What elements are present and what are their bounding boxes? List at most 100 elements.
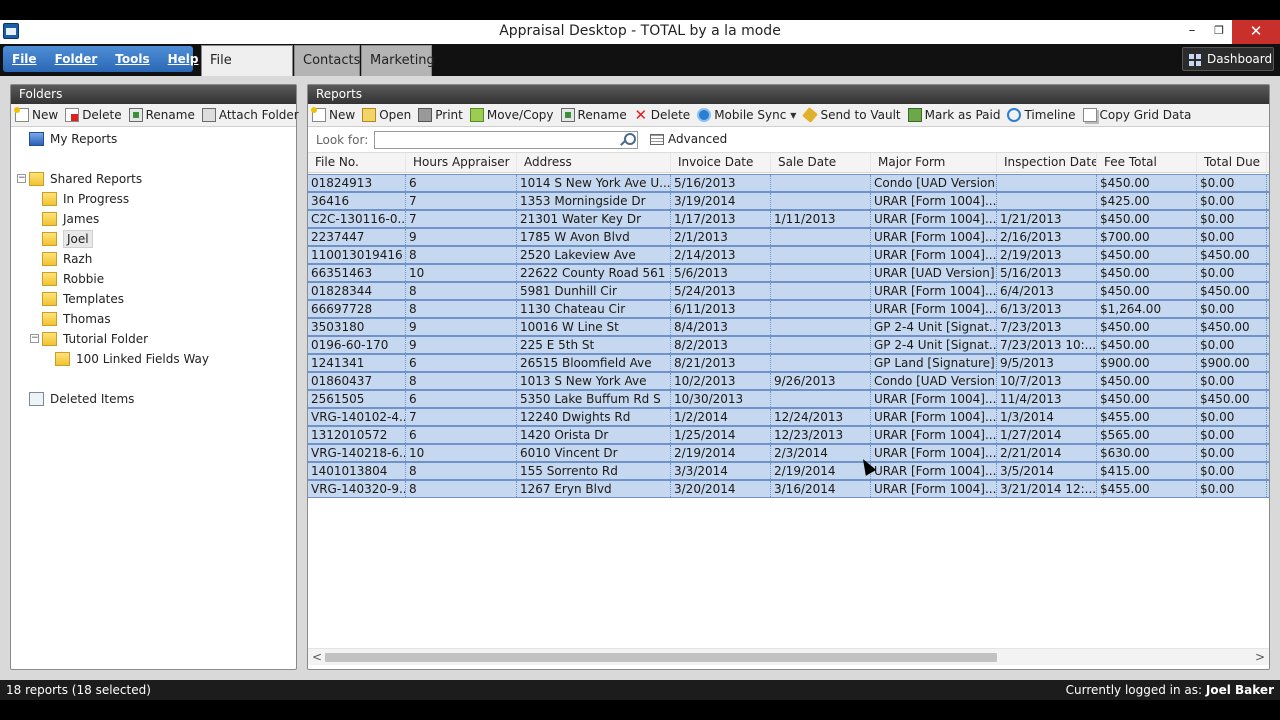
table-row[interactable]: VRG-140218-6... 10 6010 Vincent Dr 2/19/201… bbox=[308, 444, 1269, 462]
tree-node-tutorial-folder[interactable]: − Tutorial Folder bbox=[11, 329, 296, 349]
report-move-copy-button[interactable]: Move/Copy bbox=[469, 108, 554, 122]
tree-label: Deleted Items bbox=[50, 392, 135, 406]
table-row[interactable]: 2561505 6 5350 Lake Buffum Rd S 10/30/2013 U… bbox=[308, 390, 1269, 408]
table-cell: 8 bbox=[406, 283, 517, 299]
folder-icon bbox=[42, 252, 57, 266]
table-row[interactable]: 66697728 8 1130 Chateau Cir 6/11/2013 URAR [… bbox=[308, 300, 1269, 318]
table-cell: $0.00 bbox=[1197, 301, 1267, 317]
column-header[interactable]: Inspection Date bbox=[997, 153, 1097, 173]
close-button[interactable]: ✕ bbox=[1232, 20, 1280, 44]
menu-folder[interactable]: Folder bbox=[46, 52, 107, 66]
table-cell: 5/16/2013 bbox=[997, 265, 1097, 281]
tree-node-in-progress[interactable]: In Progress bbox=[11, 189, 296, 209]
mark-as-paid-button[interactable]: Mark as Paid bbox=[907, 108, 1000, 122]
table-row[interactable]: 36416 7 1353 Morningside Dr 3/19/2014 URAR [… bbox=[308, 192, 1269, 210]
table-cell bbox=[771, 265, 871, 281]
table-cell: C2C-130116-0... bbox=[308, 211, 406, 227]
column-header[interactable]: Sale Date bbox=[771, 153, 871, 173]
table-cell: $0.00 bbox=[1197, 409, 1267, 425]
table-cell: URAR [Form 1004]... bbox=[871, 229, 997, 245]
table-row[interactable]: 1312010572 6 1420 Orista Dr 1/25/2014 12/23/… bbox=[308, 426, 1269, 444]
delete-x-icon: ✕ bbox=[634, 106, 648, 124]
column-header[interactable]: Fee Total bbox=[1097, 153, 1197, 173]
table-cell: $0.00 bbox=[1197, 175, 1267, 191]
advanced-search-button[interactable]: Advanced bbox=[650, 132, 727, 146]
tab-marketing[interactable]: Marketing bbox=[361, 45, 435, 76]
scroll-right-icon[interactable]: > bbox=[1255, 649, 1265, 665]
folder-new-button[interactable]: New bbox=[14, 107, 58, 122]
tab-contacts[interactable]: Contacts bbox=[294, 45, 360, 76]
tree-node-joel[interactable]: Joel bbox=[11, 229, 296, 249]
reports-toolbar: New Open Print Move/Copy Rename ✕ Delete … bbox=[308, 104, 1269, 127]
table-cell: 8/21/2013 bbox=[671, 355, 771, 371]
table-row[interactable]: VRG-140320-9... 8 1267 Eryn Blvd 3/20/2014 3… bbox=[308, 480, 1269, 498]
menu-bar: File Folder Tools Help File Manager Cont… bbox=[0, 44, 1280, 97]
table-cell: $0.00 bbox=[1197, 481, 1267, 497]
search-input[interactable] bbox=[374, 131, 638, 149]
table-row[interactable]: 1241341 6 26515 Bloomfield Ave 8/21/2013 GP … bbox=[308, 354, 1269, 372]
chevron-down-icon[interactable]: ▼ bbox=[790, 111, 796, 120]
menu-tools[interactable]: Tools bbox=[106, 52, 158, 66]
copy-grid-data-button[interactable]: Copy Grid Data bbox=[1082, 108, 1191, 122]
tree-node-james[interactable]: James bbox=[11, 209, 296, 229]
table-row[interactable]: VRG-140102-4... 7 12240 Dwights Rd 1/2/2014… bbox=[308, 408, 1269, 426]
table-row[interactable]: 3503180 9 10016 W Line St 8/4/2013 GP 2-4 Un… bbox=[308, 318, 1269, 336]
tree-node-deleted-items[interactable]: Deleted Items bbox=[11, 389, 296, 409]
table-cell: 2237447 bbox=[308, 229, 406, 245]
menu-file[interactable]: File bbox=[3, 52, 46, 66]
horizontal-scrollbar[interactable]: < > bbox=[308, 648, 1269, 665]
tree-node-robbie[interactable]: Robbie bbox=[11, 269, 296, 289]
folder-rename-button[interactable]: Rename bbox=[128, 108, 195, 122]
timeline-button[interactable]: Timeline bbox=[1007, 108, 1076, 122]
mobile-sync-button[interactable]: Mobile Sync ▼ bbox=[697, 108, 796, 122]
dashboard-button[interactable]: Dashboard bbox=[1182, 47, 1274, 71]
column-header[interactable]: Total Due bbox=[1197, 153, 1267, 173]
collapse-toggle-icon[interactable]: − bbox=[17, 174, 26, 183]
tree-node-razh[interactable]: Razh bbox=[11, 249, 296, 269]
table-row[interactable]: 01824913 6 1014 S New York Ave U... 5/16/20… bbox=[308, 174, 1269, 192]
tree-node-thomas[interactable]: Thomas bbox=[11, 309, 296, 329]
table-cell: $450.00 bbox=[1097, 391, 1197, 407]
table-row[interactable]: 1401013804 8 155 Sorrento Rd 3/3/2014 2/19/2… bbox=[308, 462, 1269, 480]
table-cell: 12/24/2013 bbox=[771, 409, 871, 425]
folder-icon bbox=[55, 352, 70, 366]
tree-label: Thomas bbox=[63, 312, 111, 326]
tree-node-linked-fields[interactable]: 100 Linked Fields Way bbox=[11, 349, 296, 369]
collapse-toggle-icon[interactable]: − bbox=[30, 334, 39, 343]
column-header[interactable]: File No. bbox=[308, 153, 406, 173]
tree-node-templates[interactable]: Templates bbox=[11, 289, 296, 309]
report-print-button[interactable]: Print bbox=[418, 108, 463, 122]
report-open-button[interactable]: Open bbox=[362, 108, 411, 122]
table-cell: 9/26/2013 bbox=[771, 373, 871, 389]
table-row[interactable]: 01860437 8 1013 S New York Ave 10/2/2013 9/2… bbox=[308, 372, 1269, 390]
table-row[interactable]: 01828344 8 5981 Dunhill Cir 5/24/2013 URAR [… bbox=[308, 282, 1269, 300]
table-row[interactable]: C2C-130116-0... 7 21301 Water Key Dr 1/17/2… bbox=[308, 210, 1269, 228]
scroll-thumb[interactable] bbox=[325, 653, 997, 662]
report-rename-button[interactable]: Rename bbox=[560, 108, 627, 122]
report-new-button[interactable]: New bbox=[311, 107, 355, 122]
minimize-button[interactable]: – bbox=[1178, 20, 1206, 44]
scroll-left-icon[interactable]: < bbox=[312, 649, 322, 665]
attach-folder-button[interactable]: Attach Folder bbox=[201, 108, 299, 122]
folder-icon bbox=[42, 312, 57, 326]
tree-node-my-reports[interactable]: My Reports bbox=[11, 129, 296, 149]
table-cell: $0.00 bbox=[1197, 427, 1267, 443]
tree-node-shared-reports[interactable]: − Shared Reports bbox=[11, 169, 296, 189]
table-row[interactable]: 2237447 9 1785 W Avon Blvd 2/1/2013 URAR [Fo… bbox=[308, 228, 1269, 246]
send-to-vault-button[interactable]: Send to Vault bbox=[802, 107, 901, 123]
report-delete-button[interactable]: ✕ Delete bbox=[634, 106, 690, 124]
maximize-button[interactable]: ❐ bbox=[1206, 20, 1232, 44]
table-row[interactable]: 66351463 10 22622 County Road 561 5/6/2013 U… bbox=[308, 264, 1269, 282]
column-header[interactable]: Address bbox=[517, 153, 671, 173]
column-header[interactable]: Invoice Date bbox=[671, 153, 771, 173]
folder-delete-button[interactable]: Delete bbox=[65, 108, 122, 122]
table-row[interactable]: 0196-60-170 9 225 E 5th St 8/2/2013 GP 2-4 U… bbox=[308, 336, 1269, 354]
table-row[interactable]: 110013019416 8 2520 Lakeview Ave 2/14/2013 U… bbox=[308, 246, 1269, 264]
search-icon[interactable] bbox=[620, 133, 636, 147]
move-copy-icon bbox=[469, 108, 484, 122]
tree-label: Razh bbox=[63, 252, 93, 266]
tab-file-manager[interactable]: File Manager bbox=[201, 45, 293, 97]
column-header[interactable]: Major Form bbox=[871, 153, 997, 173]
column-header[interactable]: Hours Appraiser bbox=[406, 153, 517, 173]
mobile-sync-label: Mobile Sync bbox=[714, 108, 787, 122]
